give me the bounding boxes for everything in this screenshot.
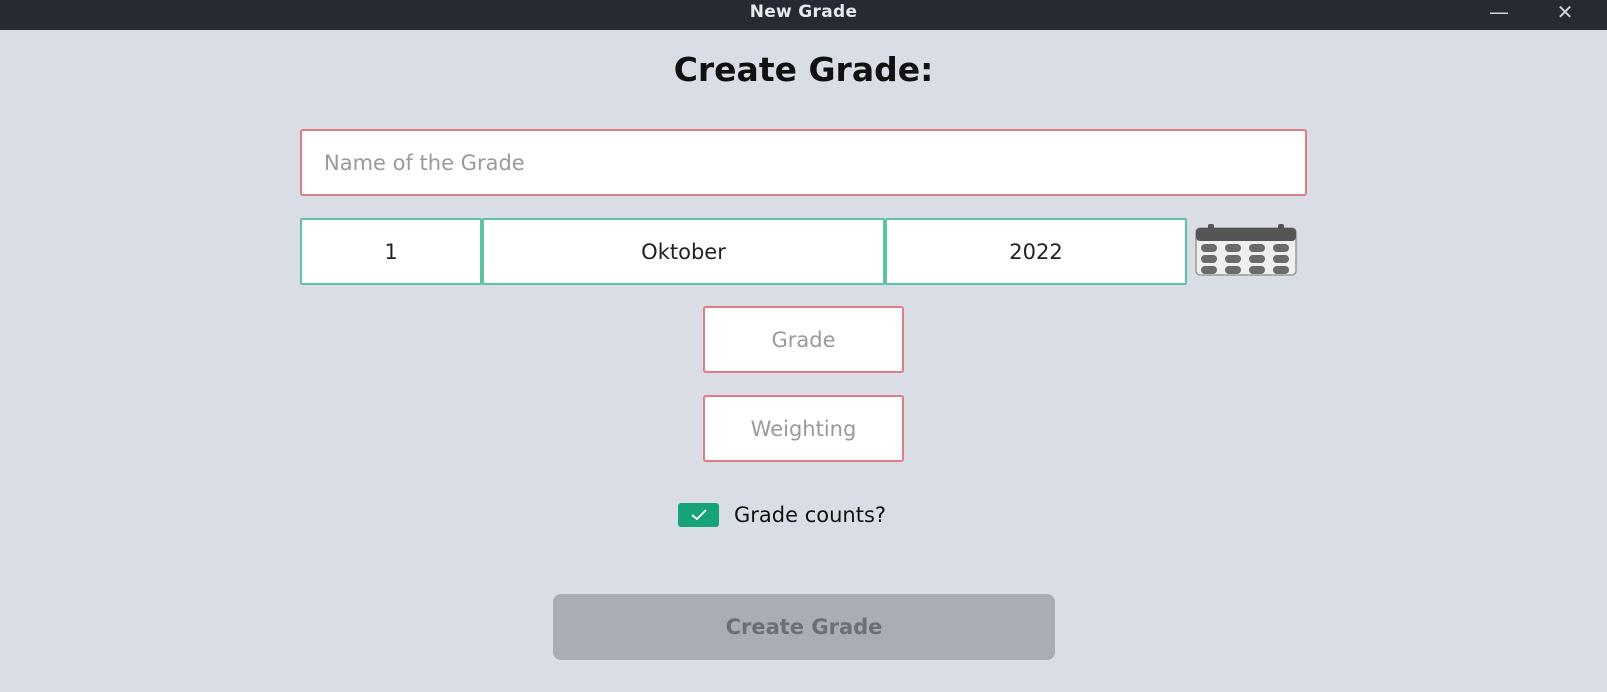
month-field[interactable] xyxy=(482,218,885,285)
day-field[interactable] xyxy=(300,218,482,285)
close-icon[interactable]: ✕ xyxy=(1550,0,1580,26)
page-title: Create Grade: xyxy=(673,50,934,89)
title-bar: New Grade — ✕ xyxy=(0,0,1607,30)
window-title: New Grade xyxy=(749,2,858,22)
minimize-icon[interactable]: — xyxy=(1484,0,1514,26)
calendar-icon[interactable] xyxy=(1195,224,1297,276)
grade-counts-checkbox[interactable] xyxy=(678,503,719,527)
weighting-input[interactable] xyxy=(703,395,904,462)
grade-input[interactable] xyxy=(703,306,904,373)
grade-counts-label: Grade counts? xyxy=(734,503,887,527)
grade-name-input[interactable] xyxy=(300,129,1307,196)
checkmark-icon xyxy=(691,509,707,521)
year-field[interactable] xyxy=(885,218,1187,285)
create-grade-button[interactable]: Create Grade xyxy=(553,594,1055,660)
